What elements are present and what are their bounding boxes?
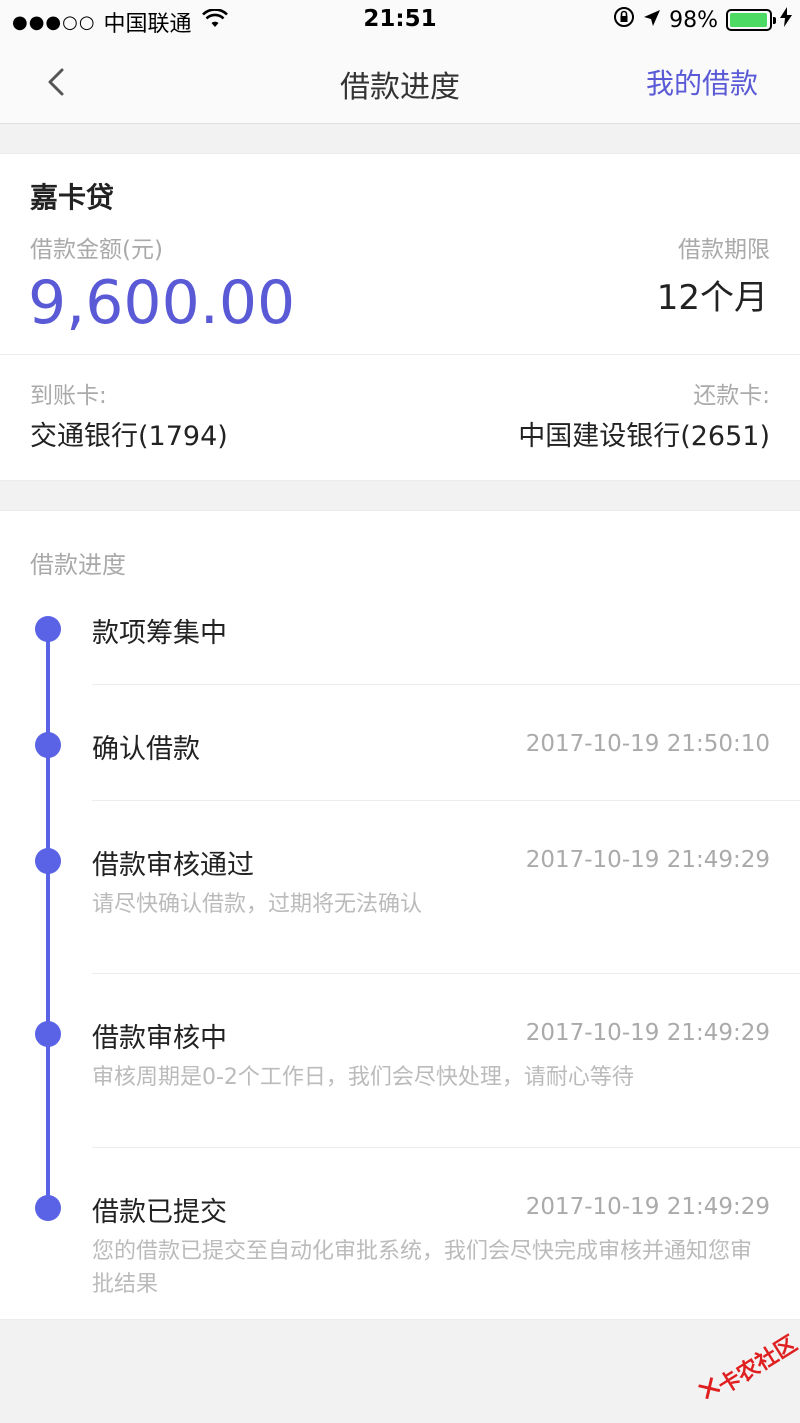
progress-section-label: 借款进度 (30, 551, 126, 579)
status-right: 98% (613, 6, 792, 34)
status-bar: ●●●○○ 中国联通 21:51 98% (0, 0, 800, 40)
step-title: 借款已提交 (92, 1197, 227, 1228)
my-loans-link[interactable]: 我的借款 (646, 62, 758, 102)
step-title: 款项筹集中 (92, 618, 227, 649)
step-time: 2017-10-19 21:49:29 (525, 847, 770, 873)
step-divider (92, 973, 800, 974)
amount-label: 借款金额(元) (30, 237, 163, 263)
battery-level (730, 13, 768, 27)
timeline-dot (35, 616, 61, 642)
step-time: 2017-10-19 21:50:10 (525, 731, 770, 757)
battery-percent: 98% (669, 7, 718, 33)
watermark-text: 卡农社区 (714, 1331, 800, 1400)
timeline-dot (35, 732, 61, 758)
location-arrow-icon (643, 8, 661, 33)
divider (0, 354, 800, 355)
step-time: 2017-10-19 21:49:29 (525, 1020, 770, 1046)
term-value: 12个月 (656, 278, 768, 318)
receive-card-label: 到账卡: (30, 383, 107, 409)
term-label: 借款期限 (678, 237, 770, 263)
loan-summary-card: 嘉卡贷 借款金额(元) 9,600.00 借款期限 12个月 到账卡: 交通银行… (0, 153, 800, 481)
amount-value: 9,600.00 (28, 268, 296, 338)
receive-card-value: 交通银行(1794) (30, 421, 228, 452)
step-divider (92, 684, 800, 685)
step-title: 确认借款 (92, 734, 200, 765)
step-description: 请尽快确认借款，过期将无法确认 (92, 892, 423, 917)
product-name: 嘉卡贷 (30, 181, 115, 214)
progress-card: 借款进度 款项筹集中 确认借款 2017-10-19 21:50:10 借款审核… (0, 510, 800, 1320)
repay-card-value: 中国建设银行(2651) (518, 421, 770, 452)
step-description: 审核周期是0-2个工作日，我们会尽快处理，请耐心等待 (92, 1065, 634, 1090)
step-title: 借款审核中 (92, 1023, 227, 1054)
repay-card-label: 还款卡: (693, 383, 770, 409)
timeline-dot (35, 1195, 61, 1221)
timeline-dot (35, 848, 61, 874)
navigation-bar: 借款进度 我的借款 (0, 40, 800, 124)
step-divider (92, 800, 800, 801)
step-title: 借款审核通过 (92, 850, 254, 881)
step-divider (92, 1147, 800, 1148)
battery-icon (726, 9, 776, 31)
timeline-line (46, 629, 50, 1209)
orientation-lock-icon (613, 6, 635, 34)
watermark-logo: ✕ 卡农社区 (678, 1310, 800, 1423)
step-description: 您的借款已提交至自动化审批系统，我们会尽快完成审核并通知您审批结果 (92, 1239, 753, 1297)
step-time: 2017-10-19 21:49:29 (525, 1194, 770, 1220)
charging-bolt-icon (780, 7, 792, 33)
timeline-dot (35, 1021, 61, 1047)
